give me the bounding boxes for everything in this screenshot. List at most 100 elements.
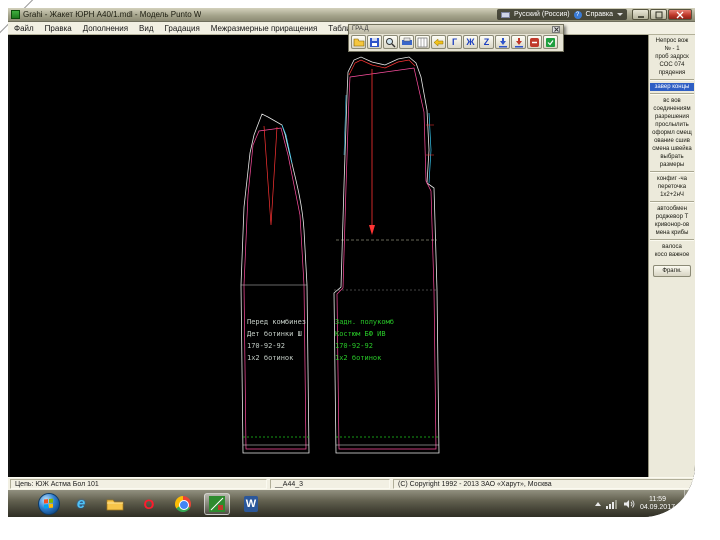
help-icon: ? [573, 10, 582, 19]
panel-line[interactable]: 1х2+2нЧ [650, 191, 694, 199]
opera-icon: O [143, 495, 155, 512]
panel-line[interactable]: косо важное [650, 251, 694, 259]
status-bar: Цепь: ЮЖ Астма Бол 101 __A44_3 (C) Copyr… [8, 477, 695, 490]
panel-line[interactable]: кривонор-ов [650, 221, 694, 229]
left-piece-label: Перед комбинез Дет ботинки Ш 170-92-92 1… [247, 316, 306, 364]
menu-edit[interactable]: Правка [45, 24, 72, 33]
floating-toolbar-icons: Г Ж Z [349, 34, 563, 51]
panel-line[interactable]: размеры [650, 161, 694, 169]
language-label: Русский (Россия) [513, 11, 570, 18]
status-left: Цепь: ЮЖ Астма Бол 101 [10, 479, 267, 489]
plotter-icon [401, 37, 412, 45]
window-title: Grahi - Жакет ЮРН А40/1.mdl - Модель Pun… [23, 10, 202, 19]
panel-line[interactable]: разрешения [650, 113, 694, 121]
chevron-down-icon[interactable] [617, 13, 623, 16]
language-bar[interactable]: Русский (Россия) ? Справка [496, 9, 627, 20]
panel-line[interactable]: прядения [650, 69, 694, 77]
fragment-button[interactable]: Фрагм. [653, 265, 691, 277]
menu-intersize-increments[interactable]: Межразмерные приращения [211, 24, 318, 33]
hidden-icons-chevron-icon[interactable] [594, 501, 601, 506]
panel-line[interactable]: конфиг -ча [650, 175, 694, 183]
panel-line[interactable]: вс вов [650, 97, 694, 105]
grading-z-button[interactable]: Z [479, 35, 494, 49]
taskbar-opera[interactable]: O [136, 493, 162, 515]
import-red-button[interactable] [511, 35, 526, 49]
panel-line[interactable]: выбрать [650, 153, 694, 161]
close-button[interactable] [668, 9, 692, 20]
save-icon [370, 37, 379, 47]
panel-line[interactable]: № - 1 [650, 45, 694, 53]
window-controls [632, 9, 692, 20]
grading-g-button[interactable]: Г [447, 35, 462, 49]
taskbar-gracia-app[interactable] [204, 492, 230, 515]
left-label-line4: 1х2 ботинок [247, 354, 294, 362]
network-icon[interactable] [605, 499, 618, 509]
panel-line[interactable]: Непрос вож [650, 37, 694, 45]
app-icon [11, 10, 20, 19]
show-desktop-button[interactable] [684, 490, 691, 517]
right-piece-label: Задн. полукомб Костюм БФ ИВ 170-92-92 1х… [335, 316, 394, 364]
taskbar-explorer[interactable] [102, 493, 128, 515]
maximize-button[interactable] [650, 9, 667, 20]
windows-logo-icon [44, 498, 54, 509]
maximize-icon [655, 11, 662, 18]
panel-line[interactable]: соединениям [650, 105, 694, 113]
panel-separator [650, 201, 694, 203]
desktop-screen: Grahi - Жакет ЮРН А40/1.mdl - Модель Pun… [8, 8, 695, 517]
left-label-line3: 170-92-92 [247, 342, 285, 350]
panel-line[interactable]: СОС 074 [650, 61, 694, 69]
panel-line[interactable]: смена швейка [650, 145, 694, 153]
plot-button[interactable] [399, 35, 414, 49]
menu-view[interactable]: Вид [139, 24, 153, 33]
minimize-button[interactable] [632, 9, 649, 20]
panel-line[interactable]: мена крибы [650, 229, 694, 237]
panel-line[interactable]: проб задрск [650, 53, 694, 61]
menu-file[interactable]: Файл [14, 24, 34, 33]
floating-toolbar[interactable]: ГРА.Д Г Ж Z [348, 24, 564, 52]
taskbar-word[interactable]: W [238, 493, 264, 515]
windows-taskbar: e O W 11:59 04.09.2017 [8, 490, 695, 517]
save-button[interactable] [367, 35, 382, 49]
taskbar-internet-explorer[interactable]: e [68, 493, 94, 515]
status-copyright: (C) Copyright 1992 - 2013 ЗАО «Харут», М… [393, 479, 693, 489]
menu-grading[interactable]: Градация [165, 24, 200, 33]
taskbar-clock[interactable]: 11:59 04.09.2017 [640, 496, 675, 512]
help-label[interactable]: Справка [586, 11, 613, 18]
panel-line-selected[interactable]: завер концы [650, 83, 694, 91]
system-tray: 11:59 04.09.2017 [594, 490, 695, 517]
menu-additions[interactable]: Дополнения [83, 24, 128, 33]
right-label-line3: 170-92-92 [335, 342, 373, 350]
letter-z-icon: Z [483, 36, 490, 47]
clock-date: 04.09.2017 [639, 503, 675, 511]
floating-toolbar-titlebar[interactable]: ГРА.Д [349, 25, 563, 34]
import-blue-button[interactable] [495, 35, 510, 49]
zoom-icon [386, 37, 396, 47]
word-icon: W [244, 495, 258, 512]
panel-line[interactable]: переточка [650, 183, 694, 191]
panel-line[interactable]: роджевор Т [650, 213, 694, 221]
panel-line[interactable]: автообмен [650, 205, 694, 213]
delete-button[interactable] [527, 35, 542, 49]
panel-line[interactable]: оформл смещ [650, 129, 694, 137]
table-button[interactable] [415, 35, 430, 49]
pattern-canvas[interactable]: Перед комбинез Дет ботинки Ш 170-92-92 1… [8, 35, 648, 477]
title-bar[interactable]: Grahi - Жакет ЮРН А40/1.mdl - Модель Pun… [8, 8, 695, 22]
zoom-button[interactable] [383, 35, 398, 49]
floating-toolbar-close-button[interactable] [552, 26, 560, 33]
start-button[interactable] [38, 492, 60, 515]
speaker-icon[interactable] [623, 499, 635, 509]
panel-line[interactable]: валоса [650, 243, 694, 251]
back-button[interactable] [431, 35, 446, 49]
panel-line[interactable]: ование сшив [650, 137, 694, 145]
pattern-drawing [240, 56, 440, 454]
close-icon [553, 27, 559, 32]
taskbar-chrome[interactable] [170, 493, 196, 515]
panel-separator [650, 93, 694, 95]
gracia-app-icon [209, 495, 225, 512]
open-folder-button[interactable] [351, 35, 366, 49]
grading-zh-button[interactable]: Ж [463, 35, 478, 49]
clock-time: 11:59 [648, 495, 666, 503]
apply-button[interactable] [543, 35, 558, 49]
table-icon [417, 37, 428, 47]
panel-line[interactable]: прослылить [650, 121, 694, 129]
